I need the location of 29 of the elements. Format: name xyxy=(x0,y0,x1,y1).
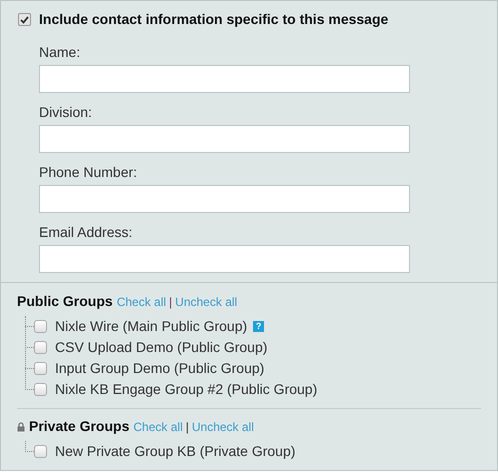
input-field[interactable] xyxy=(39,125,410,153)
check-all-link[interactable]: Check all xyxy=(133,418,183,436)
contact-option-label: Include contact information specific to this message xyxy=(39,10,388,29)
checkbox[interactable] xyxy=(34,341,47,354)
group-heading: Public Groups xyxy=(17,292,113,311)
field-label: Phone Number: xyxy=(39,164,138,181)
group-name: Nixle Wire (Main Public Group) xyxy=(55,317,248,336)
checkbox[interactable] xyxy=(34,362,47,375)
input-field[interactable] xyxy=(39,245,410,273)
group-name: New Private Group KB (Private Group) xyxy=(55,442,296,461)
checkbox[interactable] xyxy=(34,320,47,333)
field-label: Name: xyxy=(39,44,82,61)
uncheck-all-link[interactable]: Uncheck all xyxy=(192,418,254,436)
input-field[interactable] xyxy=(39,185,410,213)
field-label: Email Address: xyxy=(39,224,134,241)
checkbox[interactable] xyxy=(18,13,31,26)
link-separator: | xyxy=(169,294,172,310)
group-heading: Private Groups xyxy=(29,417,130,436)
group-name: Input Group Demo (Public Group) xyxy=(55,359,264,378)
group-name: Nixle KB Engage Group #2 (Public Group) xyxy=(55,380,318,399)
input-field[interactable] xyxy=(39,65,410,93)
uncheck-all-link[interactable]: Uncheck all xyxy=(175,292,238,310)
help-icon[interactable]: ? xyxy=(253,321,264,332)
field-label: Division: xyxy=(39,104,93,121)
check-all-link[interactable]: Check all xyxy=(116,292,166,310)
group-name: CSV Upload Demo (Public Group) xyxy=(55,338,268,357)
link-separator: | xyxy=(186,418,189,436)
checkbox[interactable] xyxy=(34,445,47,458)
checkbox[interactable] xyxy=(34,383,47,396)
